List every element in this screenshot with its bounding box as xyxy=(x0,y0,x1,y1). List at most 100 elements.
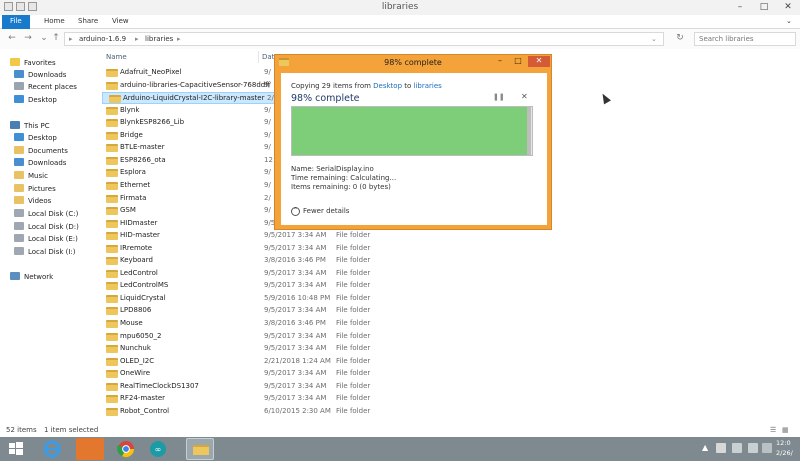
large-icons-view-icon[interactable]: ▦ xyxy=(782,426,789,434)
cancel-icon[interactable]: ✕ xyxy=(521,92,528,101)
maximize-icon[interactable]: □ xyxy=(752,0,776,15)
close-icon[interactable]: ✕ xyxy=(776,0,800,15)
folder-icon xyxy=(193,445,209,455)
details-view-icon[interactable]: ☰ xyxy=(770,426,776,434)
file-date: 9/5/2017 3:34 AM xyxy=(264,306,327,315)
battery-tray-icon[interactable] xyxy=(732,443,742,453)
nav-downloads[interactable]: Downloads xyxy=(14,69,66,81)
breadcrumb-arduino[interactable]: arduino-1.6.9 xyxy=(79,35,126,43)
tab-share[interactable]: Share xyxy=(70,15,106,29)
file-name: GSM xyxy=(120,206,136,215)
table-row[interactable]: RealTimeClockDS1307 9/5/2017 3:34 AM File … xyxy=(100,381,800,393)
minimize-icon[interactable]: – xyxy=(728,0,752,15)
chevron-down-icon[interactable]: ⌄ xyxy=(778,15,800,29)
dialog-close-icon[interactable]: ✕ xyxy=(528,56,550,67)
table-row[interactable]: LedControlMS 9/5/2017 3:34 AM File folder xyxy=(100,280,800,292)
nav-network[interactable]: Network xyxy=(10,271,53,283)
star-icon xyxy=(10,58,20,66)
refresh-icon[interactable]: ↻ xyxy=(674,33,686,45)
breadcrumb-libraries[interactable]: libraries xyxy=(145,35,173,43)
table-row[interactable]: LiquidCrystal 5/9/2016 10:48 PM File folde… xyxy=(100,293,800,305)
nav-local-disk-d[interactable]: Local Disk (D:) xyxy=(14,221,79,233)
clock-date[interactable]: 2/26/ xyxy=(776,449,793,457)
table-row[interactable]: Keyboard 3/8/2016 3:46 PM File folder xyxy=(100,255,800,267)
nav-this-pc[interactable]: This PC xyxy=(10,120,50,132)
file-explorer-taskbar-button[interactable] xyxy=(186,438,214,460)
folder-icon xyxy=(106,282,118,291)
nav-desktop[interactable]: Desktop xyxy=(14,94,57,106)
folder-icon xyxy=(106,131,118,140)
file-name: OneWire xyxy=(120,369,150,378)
folder-icon xyxy=(106,106,118,115)
table-row[interactable]: Mouse 3/8/2016 3:46 PM File folder xyxy=(100,318,800,330)
dialog-minimize-icon[interactable]: – xyxy=(491,56,509,67)
tab-view[interactable]: View xyxy=(104,15,137,29)
nav-pictures[interactable]: Pictures xyxy=(14,183,56,195)
table-row[interactable]: OneWire 9/5/2017 3:34 AM File folder xyxy=(100,368,800,380)
item-count: 52 items xyxy=(6,426,37,434)
table-row[interactable]: Robot_Control 6/10/2015 2:30 AM File folde… xyxy=(100,406,800,418)
tab-file[interactable]: File xyxy=(2,15,30,29)
table-row[interactable]: LedControl 9/5/2017 3:34 AM File folder xyxy=(100,268,800,280)
folder-icon xyxy=(106,345,118,354)
taskbar: ∞ ▲ 12:0 2/26/ xyxy=(0,437,800,461)
tray-chevron-icon[interactable]: ▲ xyxy=(702,443,712,453)
source-link[interactable]: Desktop xyxy=(373,82,402,90)
chevron-up-icon: ˄ xyxy=(291,207,300,216)
file-name: RF24-master xyxy=(120,394,166,403)
nav-local-disk-c[interactable]: Local Disk (C:) xyxy=(14,208,78,220)
internet-explorer-icon[interactable] xyxy=(38,438,66,460)
nav-documents[interactable]: Documents xyxy=(14,145,68,157)
copy-progress-dialog: 98% complete – □ ✕ Copying 29 items from… xyxy=(274,54,552,230)
table-row[interactable]: mpu6050_2 9/5/2017 3:34 AM File folder xyxy=(100,331,800,343)
table-row[interactable]: IRremote 9/5/2017 3:34 AM File folder xyxy=(100,243,800,255)
start-button[interactable] xyxy=(4,438,28,460)
media-app-icon[interactable] xyxy=(76,438,104,460)
up-icon[interactable]: ↑ xyxy=(50,33,62,45)
folder-icon xyxy=(106,320,118,328)
status-bar: 52 items 1 item selected ☰ ▦ xyxy=(0,424,800,437)
column-header-name[interactable]: Name xyxy=(106,53,127,61)
nav-pc-desktop[interactable]: Desktop xyxy=(14,132,57,144)
breadcrumb-arrow-icon: ▸ xyxy=(69,35,73,43)
dialog-maximize-icon[interactable]: □ xyxy=(509,56,527,67)
fewer-details-button[interactable]: ˄ Fewer details xyxy=(291,207,349,216)
folder-icon xyxy=(106,257,118,266)
folder-icon xyxy=(106,232,118,241)
pause-icon[interactable]: ❚❚ xyxy=(493,93,505,101)
destination-link[interactable]: libraries xyxy=(414,82,442,90)
nav-pc-downloads[interactable]: Downloads xyxy=(14,157,66,169)
arduino-icon[interactable]: ∞ xyxy=(144,438,172,460)
network-tray-icon[interactable] xyxy=(716,443,726,453)
file-date: 9/5/2017 3:34 AM xyxy=(264,243,327,252)
search-input[interactable]: Search libraries xyxy=(694,32,796,46)
table-row[interactable]: RF24-master 9/5/2017 3:34 AM File folder xyxy=(100,393,800,405)
nav-local-disk-i[interactable]: Local Disk (I:) xyxy=(14,246,76,258)
table-row[interactable]: HID-master 9/5/2017 3:34 AM File folder xyxy=(100,230,800,242)
file-date: 5/9/2016 10:48 PM xyxy=(264,293,331,302)
volume-tray-icon[interactable] xyxy=(748,443,758,453)
downloads-icon xyxy=(14,70,24,78)
address-box[interactable]: ▸ arduino-1.6.9 ▸ libraries ▸ ⌄ xyxy=(64,32,664,46)
address-dropdown-icon[interactable]: ⌄ xyxy=(651,35,657,43)
table-row[interactable]: Nunchuk 9/5/2017 3:34 AM File folder xyxy=(100,343,800,355)
file-name: RealTimeClockDS1307 xyxy=(120,381,199,390)
nav-videos[interactable]: Videos xyxy=(14,195,51,207)
folder-icon xyxy=(106,219,118,228)
folder-icon xyxy=(106,407,118,416)
nav-local-disk-e[interactable]: Local Disk (E:) xyxy=(14,233,78,245)
nav-recent-places[interactable]: Recent places xyxy=(14,81,77,93)
table-row[interactable]: OLED_I2C 2/21/2018 1:24 AM File folder xyxy=(100,356,800,368)
column-divider[interactable] xyxy=(258,51,259,63)
forward-icon[interactable]: → xyxy=(22,33,34,45)
back-icon[interactable]: ← xyxy=(6,33,18,45)
recent-locations-icon[interactable]: ⌄ xyxy=(38,33,50,45)
music-icon xyxy=(14,171,24,179)
flag-tray-icon[interactable] xyxy=(762,443,772,453)
table-row[interactable]: LPD8806 9/5/2017 3:34 AM File folder xyxy=(100,305,800,317)
tab-home[interactable]: Home xyxy=(36,15,73,29)
clock-time[interactable]: 12:0 xyxy=(776,439,791,447)
nav-favorites[interactable]: Favorites xyxy=(10,57,56,69)
chrome-icon[interactable] xyxy=(112,438,140,460)
nav-music[interactable]: Music xyxy=(14,170,48,182)
